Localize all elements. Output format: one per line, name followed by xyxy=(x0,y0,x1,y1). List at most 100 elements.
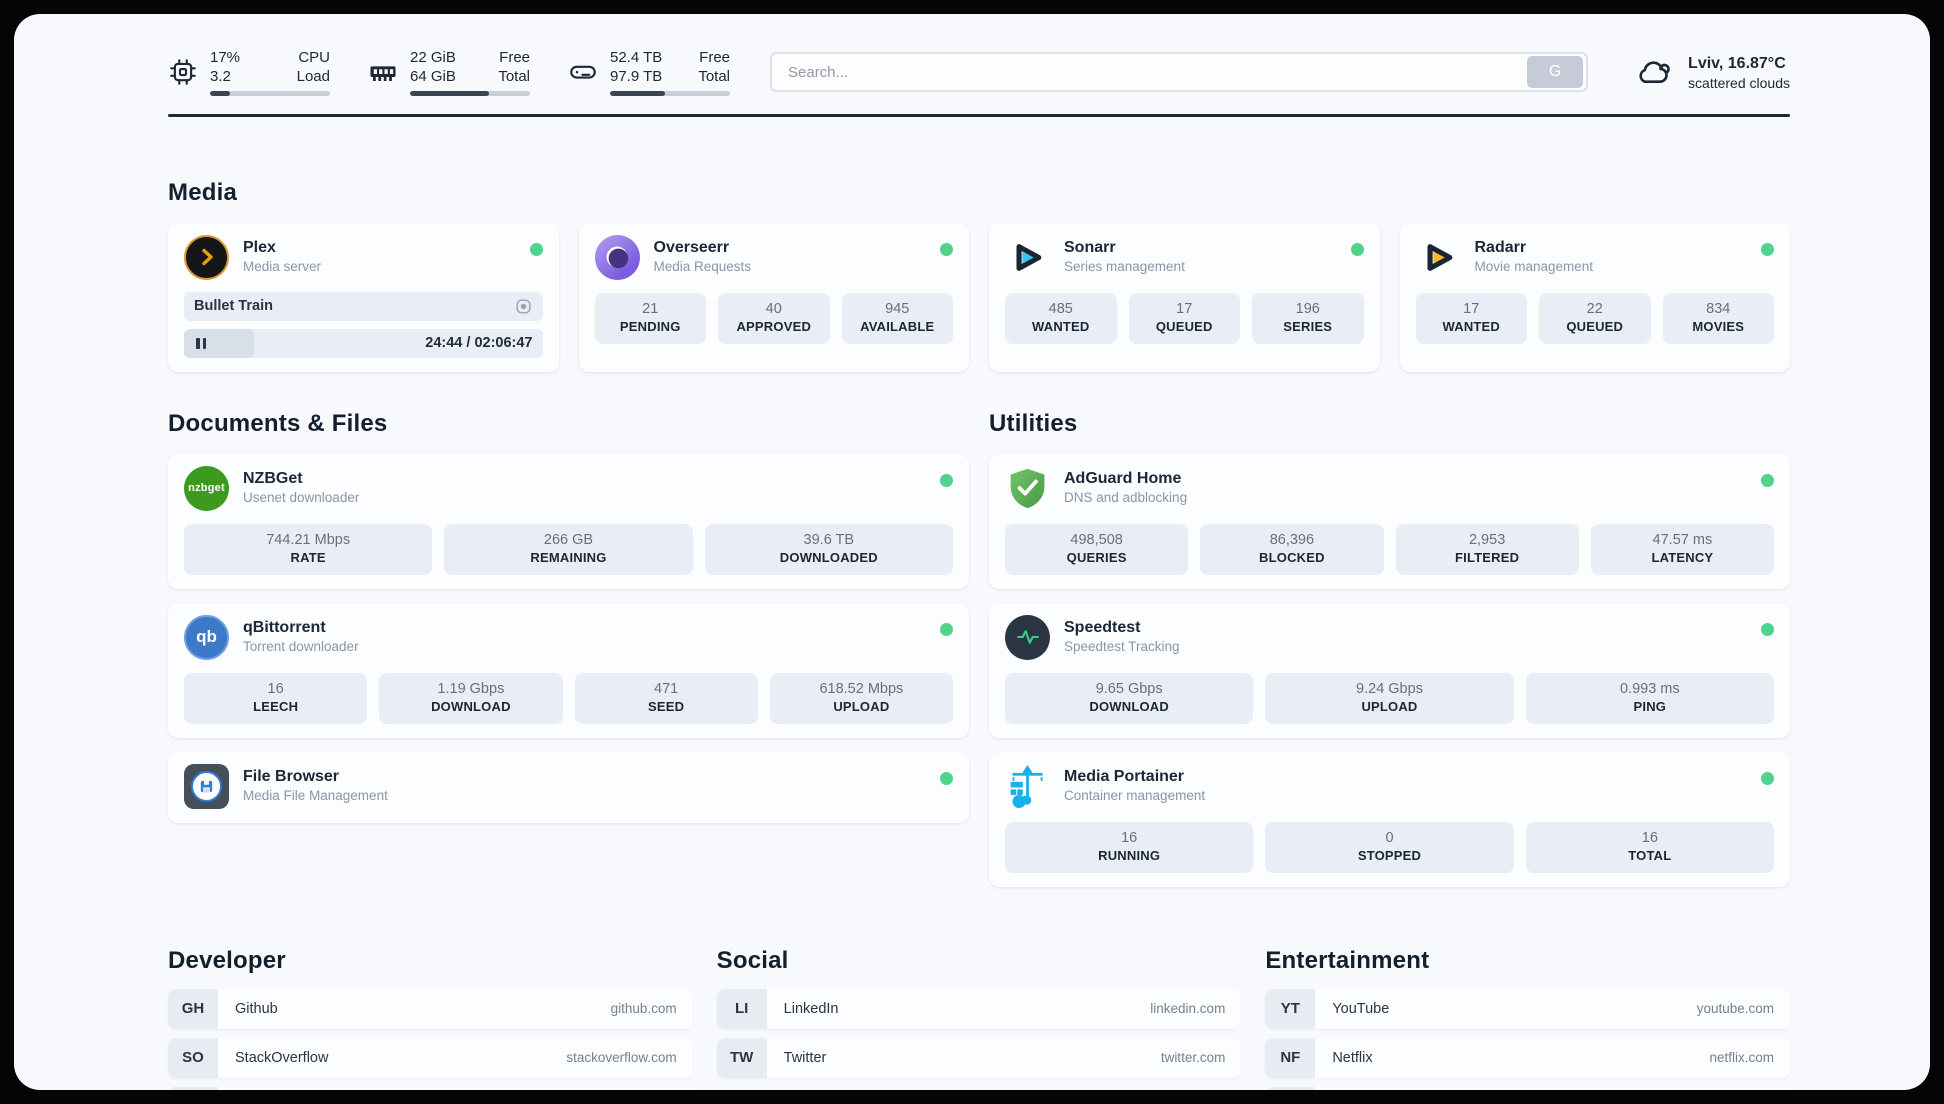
stat-value: 9.24 Gbps xyxy=(1356,680,1423,697)
cpu-progress-track xyxy=(210,91,330,96)
bookmark-url: stackoverflow.com xyxy=(566,1050,677,1065)
stat-label: REMAINING xyxy=(530,549,607,565)
bookmark-dev[interactable]: DT DEV dev.to xyxy=(168,1086,693,1090)
top-bar: 17% 3.2 CPU Load 22 GiB 64 GiB Free Tota… xyxy=(168,48,1790,96)
stat-value: 196 xyxy=(1295,300,1320,317)
stat-value: 0 xyxy=(1385,829,1394,846)
ram-progress-track xyxy=(410,91,530,96)
app-card-adguard[interactable]: AdGuard Home DNS and adblocking 498,508 … xyxy=(989,453,1790,589)
stat-value: 2,953 xyxy=(1468,531,1506,548)
stat-value: 744.21 Mbps xyxy=(266,531,351,548)
bookmark-twitter[interactable]: TW Twitter twitter.com xyxy=(716,1037,1242,1078)
bookmark-url: youtube.com xyxy=(1696,1001,1774,1016)
stat-tile-seed: 471 SEED xyxy=(574,672,758,724)
stat-tile-running: 16 RUNNING xyxy=(1005,821,1254,873)
bookmark-url: linkedin.com xyxy=(1150,1001,1226,1016)
app-card-portainer[interactable]: Media Portainer Container management 16 … xyxy=(989,751,1790,887)
stat-tile-download: 9.65 Gbps DOWNLOAD xyxy=(1005,672,1254,724)
bookmark-name: Github xyxy=(235,1000,278,1017)
stat-value: 1.19 Gbps xyxy=(437,680,505,697)
stat-label: QUERIES xyxy=(1066,549,1127,565)
bookmark-youtube[interactable]: YT YouTube youtube.com xyxy=(1265,988,1790,1029)
search-input[interactable] xyxy=(788,63,1528,81)
stat-label: MOVIES xyxy=(1692,318,1745,334)
bookmarks-developer: Developer GH Github github.com SO StackO… xyxy=(168,947,693,1090)
stat-tile-downloaded: 39.6 TB DOWNLOADED xyxy=(704,523,953,575)
status-online-dot xyxy=(1761,473,1774,487)
app-card-qbittorrent[interactable]: qb qBittorrent Torrent downloader 16 LEE… xyxy=(168,602,969,738)
stat-label: UPLOAD xyxy=(1361,698,1418,714)
stat-value: 16 xyxy=(267,680,284,697)
bookmark-tag: LI xyxy=(716,988,767,1029)
pause-icon[interactable] xyxy=(196,337,206,349)
stat-tile-leech: 16 LEECH xyxy=(184,672,368,724)
ram-icon xyxy=(370,66,396,81)
bookmark-tag: TW xyxy=(716,1037,767,1078)
stat-tile-rate: 744.21 Mbps RATE xyxy=(184,523,433,575)
weather-widget: Lviv, 16.87°C scattered clouds xyxy=(1632,51,1790,93)
app-card-speedtest[interactable]: Speedtest Speedtest Tracking 9.65 Gbps D… xyxy=(989,602,1790,738)
stat-value: 498,508 xyxy=(1070,531,1123,548)
bookmark-name: LinkedIn xyxy=(783,1000,839,1017)
stat-value: 485 xyxy=(1048,300,1073,317)
stat-label: LEECH xyxy=(253,698,299,714)
stat-tile-blocked: 86,396 BLOCKED xyxy=(1200,523,1384,575)
stat-value: 834 xyxy=(1706,300,1731,317)
app-card-radarr[interactable]: Radarr Movie management 17 WANTED 22 QUE… xyxy=(1399,222,1790,372)
stat-label: WANTED xyxy=(1031,318,1090,334)
bookmark-stackoverflow[interactable]: SO StackOverflow stackoverflow.com xyxy=(168,1037,693,1078)
stat-label: AVAILABLE xyxy=(860,318,935,334)
app-name: Overseerr xyxy=(653,238,730,256)
section-title-media: Media xyxy=(168,178,238,206)
search-engine-button[interactable]: G xyxy=(1527,56,1584,88)
app-subtitle: Movie management xyxy=(1474,258,1594,274)
stat-tile-total: 16 TOTAL xyxy=(1525,821,1774,873)
app-name: NZBGet xyxy=(243,469,303,487)
stat-label: LATENCY xyxy=(1651,549,1714,565)
floppy-icon xyxy=(200,780,213,792)
dashboard-page: 17% 3.2 CPU Load 22 GiB 64 GiB Free Tota… xyxy=(14,14,1930,1090)
bookmark-netflix[interactable]: NF Netflix netflix.com xyxy=(1265,1037,1790,1078)
app-name: qBittorrent xyxy=(243,618,326,636)
stat-label: PING xyxy=(1633,698,1667,714)
app-card-filebrowser[interactable]: File Browser Media File Management xyxy=(168,751,969,823)
disk-total-value: 97.9 TB xyxy=(610,68,663,85)
weather-condition: scattered clouds xyxy=(1688,74,1790,91)
app-card-plex[interactable]: Plex Media server Bullet Train 24:44 / 0… xyxy=(168,222,559,372)
app-subtitle: Series management xyxy=(1064,258,1185,274)
status-online-dot xyxy=(529,242,543,256)
app-subtitle: Media server xyxy=(243,258,322,274)
status-online-dot xyxy=(940,622,953,636)
stat-tile-ping: 0.993 ms PING xyxy=(1525,672,1774,724)
app-card-nzbget[interactable]: nzbget NZBGet Usenet downloader 744.21 M… xyxy=(168,453,969,589)
stop-icon[interactable] xyxy=(514,297,533,316)
bookmark-reddit[interactable]: RE Reddit reddit.com xyxy=(1265,1086,1790,1090)
bookmark-name: Netflix xyxy=(1332,1049,1373,1066)
now-playing-row: Bullet Train xyxy=(184,291,543,321)
qbittorrent-icon: qb xyxy=(184,614,229,660)
disk-progress-track xyxy=(610,91,730,96)
stat-tile-filtered: 2,953 FILTERED xyxy=(1395,523,1579,575)
disk-stat: 52.4 TB 97.9 TB Free Total xyxy=(568,48,730,96)
app-subtitle: Media Requests xyxy=(653,258,752,274)
cpu-stat: 17% 3.2 CPU Load xyxy=(168,48,330,96)
cpu-load-label: Load xyxy=(296,68,330,85)
stat-label: FILTERED xyxy=(1455,549,1520,565)
portainer-icon xyxy=(1005,764,1050,809)
app-name: Media Portainer xyxy=(1064,767,1185,785)
app-card-sonarr[interactable]: Sonarr Series management 485 WANTED 17 Q… xyxy=(989,222,1380,372)
stat-value: 86,396 xyxy=(1269,531,1315,548)
stat-label: DOWNLOADED xyxy=(779,549,878,565)
stat-tile-remaining: 266 GB REMAINING xyxy=(444,523,693,575)
bookmark-linkedin[interactable]: LI LinkedIn linkedin.com xyxy=(716,988,1242,1029)
stat-value: 0.993 ms xyxy=(1619,680,1680,697)
nzbget-icon-text: nzbget xyxy=(188,482,225,494)
weather-location-temp: Lviv, 16.87°C xyxy=(1688,54,1786,72)
stat-label: QUEUED xyxy=(1566,318,1624,334)
app-name: Plex xyxy=(243,238,276,256)
app-card-overseerr[interactable]: Overseerr Media Requests 21 PENDING 40 A… xyxy=(578,222,969,372)
adguard-icon xyxy=(1005,466,1050,511)
bookmark-github[interactable]: GH Github github.com xyxy=(168,988,693,1029)
playback-progress-row[interactable]: 24:44 / 02:06:47 xyxy=(184,328,543,358)
header-divider xyxy=(168,114,1790,117)
